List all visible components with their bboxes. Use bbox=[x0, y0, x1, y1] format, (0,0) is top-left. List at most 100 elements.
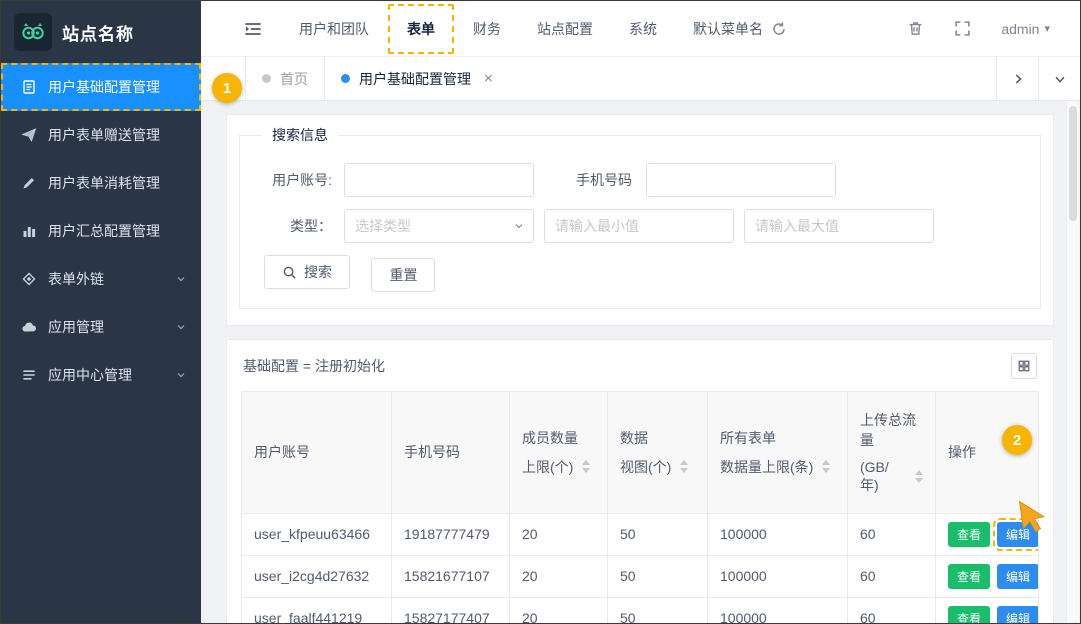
chevron-down-icon bbox=[513, 220, 525, 232]
app-window: 站点名称 用户基础配置管理 用户表单赠送管理 用户表单消耗管理 bbox=[0, 0, 1081, 624]
chevron-down-icon bbox=[175, 321, 187, 333]
sort-icon[interactable] bbox=[915, 470, 923, 483]
table-cell: user_i2cg4d27632 bbox=[242, 555, 392, 597]
table-cell: 19187777479 bbox=[392, 513, 510, 555]
nav-item-users-teams[interactable]: 用户和团队 bbox=[299, 19, 369, 39]
phone-label: 手机号码 bbox=[576, 170, 646, 190]
tab-scroll-right-icon[interactable] bbox=[996, 57, 1038, 100]
phone-input[interactable] bbox=[646, 163, 836, 197]
column-header-data-views[interactable]: 数据 视图(个) bbox=[608, 391, 708, 513]
sidebar-item-form-consume[interactable]: 用户表单消耗管理 bbox=[1, 159, 201, 207]
edit-button[interactable]: 编辑 bbox=[997, 606, 1038, 624]
nav-item-form[interactable]: 表单 bbox=[407, 21, 435, 37]
sidebar-item-summary-config[interactable]: 用户汇总配置管理 bbox=[1, 207, 201, 255]
annotation-highlight-nav-form: 表单 bbox=[388, 4, 454, 54]
table-cell: 50 bbox=[608, 513, 708, 555]
table-cell: 20 bbox=[510, 555, 608, 597]
collapse-menu-icon[interactable] bbox=[243, 19, 263, 39]
sidebar-item-label: 用户基础配置管理 bbox=[48, 77, 160, 97]
search-panel-title: 搜索信息 bbox=[262, 125, 338, 145]
vertical-scrollbar[interactable] bbox=[1066, 102, 1079, 622]
nav-item-default-menu[interactable]: 默认菜单名 bbox=[693, 19, 763, 39]
table-cell: user_kfpeuu63466 bbox=[242, 513, 392, 555]
sidebar-item-app-center-management[interactable]: 应用中心管理 bbox=[1, 351, 201, 399]
type-select-placeholder: 选择类型 bbox=[355, 216, 411, 236]
reset-button[interactable]: 重置 bbox=[371, 258, 435, 292]
table-cell: 60 bbox=[848, 513, 936, 555]
tab-dot-icon bbox=[341, 74, 350, 83]
type-label: 类型： bbox=[252, 216, 344, 236]
column-header-upload-traffic[interactable]: 上传总流量 (GB/年) bbox=[848, 391, 936, 513]
sidebar-item-app-management[interactable]: 应用管理 bbox=[1, 303, 201, 351]
account-label: 用户账号: bbox=[252, 170, 344, 190]
main-area: 用户和团队 表单 财务 站点配置 系统 默认菜单名 bbox=[201, 1, 1080, 623]
list-icon bbox=[20, 367, 37, 383]
sidebar-item-user-base-config[interactable]: 用户基础配置管理 bbox=[1, 63, 201, 111]
send-icon bbox=[20, 127, 37, 143]
table-title: 基础配置 = 注册初始化 bbox=[243, 356, 385, 376]
tab-list-dropdown-icon[interactable] bbox=[1038, 57, 1080, 100]
sort-icon[interactable] bbox=[680, 460, 688, 473]
table-row: user_i2cg4d2763215821677107205010000060查… bbox=[242, 555, 1039, 597]
tab-controls bbox=[996, 57, 1080, 100]
sort-icon[interactable] bbox=[582, 460, 590, 473]
table-body: user_kfpeuu6346619187777479205010000060查… bbox=[242, 513, 1039, 623]
reset-button-label: 重置 bbox=[389, 265, 417, 285]
sidebar-item-label: 用户表单赠送管理 bbox=[48, 125, 160, 145]
view-button[interactable]: 查看 bbox=[948, 522, 990, 547]
column-header-account: 用户账号 bbox=[242, 391, 392, 513]
user-menu[interactable]: admin ▾ bbox=[1001, 21, 1050, 37]
actions-cell: 查看编辑 bbox=[936, 597, 1039, 623]
brand-header: 站点名称 bbox=[1, 1, 201, 63]
tab-dot-icon bbox=[262, 74, 271, 83]
close-icon[interactable]: × bbox=[484, 70, 493, 87]
annotation-step-1-badge: 1 bbox=[212, 73, 242, 103]
sidebar-item-form-external-link[interactable]: 表单外链 bbox=[1, 255, 201, 303]
pen-icon bbox=[20, 175, 37, 191]
min-value-input[interactable] bbox=[544, 209, 734, 243]
annotation-step-2-badge: 2 bbox=[1002, 425, 1032, 455]
fullscreen-icon[interactable] bbox=[954, 20, 971, 37]
table-cell: 50 bbox=[608, 555, 708, 597]
table-cell: 15821677107 bbox=[392, 555, 510, 597]
table-row: user_faalf44121915827177407205010000060查… bbox=[242, 597, 1039, 623]
nav-item-site-config[interactable]: 站点配置 bbox=[537, 19, 593, 39]
column-header-form-data-limit[interactable]: 所有表单 数据量上限(条) bbox=[708, 391, 848, 513]
max-value-input[interactable] bbox=[744, 209, 934, 243]
sidebar-item-label: 用户表单消耗管理 bbox=[48, 173, 160, 193]
sidebar-item-form-gift[interactable]: 用户表单赠送管理 bbox=[1, 111, 201, 159]
table-cell: 20 bbox=[510, 513, 608, 555]
sidebar-item-label: 用户汇总配置管理 bbox=[48, 221, 160, 241]
search-button-label: 搜索 bbox=[304, 262, 332, 282]
nav-item-finance[interactable]: 财务 bbox=[473, 19, 501, 39]
tab-bar: 首页 用户基础配置管理 × bbox=[201, 57, 1080, 101]
tab-user-base-config[interactable]: 用户基础配置管理 × bbox=[324, 57, 509, 100]
sort-icon[interactable] bbox=[822, 460, 830, 473]
table-panel: 基础配置 = 注册初始化 用户账号 手机号码 成员数量 bbox=[226, 339, 1054, 624]
username-label: admin bbox=[1001, 21, 1039, 37]
view-button[interactable]: 查看 bbox=[948, 564, 990, 589]
scrollbar-thumb[interactable] bbox=[1069, 106, 1077, 221]
nav-item-system[interactable]: 系统 bbox=[629, 19, 657, 39]
chevron-down-icon: ▾ bbox=[1044, 22, 1050, 35]
table-header-row: 用户账号 手机号码 成员数量 上限(个) 数据 视图(个) 所 bbox=[242, 391, 1039, 513]
top-navbar: 用户和团队 表单 财务 站点配置 系统 默认菜单名 bbox=[201, 1, 1080, 57]
search-button[interactable]: 搜索 bbox=[264, 255, 350, 289]
sidebar-menu: 用户基础配置管理 用户表单赠送管理 用户表单消耗管理 用户汇总配置管理 bbox=[1, 63, 201, 399]
sidebar: 站点名称 用户基础配置管理 用户表单赠送管理 用户表单消耗管理 bbox=[1, 1, 201, 623]
column-header-member-limit[interactable]: 成员数量 上限(个) bbox=[510, 391, 608, 513]
search-icon bbox=[282, 265, 297, 280]
table-cell: 100000 bbox=[708, 513, 848, 555]
view-button[interactable]: 查看 bbox=[948, 606, 990, 624]
trash-icon[interactable] bbox=[907, 20, 924, 37]
column-settings-icon[interactable] bbox=[1011, 353, 1037, 379]
type-select[interactable]: 选择类型 bbox=[344, 209, 534, 243]
table-cell: 20 bbox=[510, 597, 608, 623]
account-input[interactable] bbox=[344, 163, 534, 197]
edit-button[interactable]: 编辑 bbox=[997, 564, 1038, 589]
tab-home[interactable]: 首页 bbox=[245, 57, 324, 100]
tab-label: 首页 bbox=[280, 69, 308, 89]
refresh-icon[interactable] bbox=[771, 21, 787, 37]
sidebar-item-label: 应用管理 bbox=[48, 317, 104, 337]
annotation-cursor-icon bbox=[1017, 498, 1053, 541]
